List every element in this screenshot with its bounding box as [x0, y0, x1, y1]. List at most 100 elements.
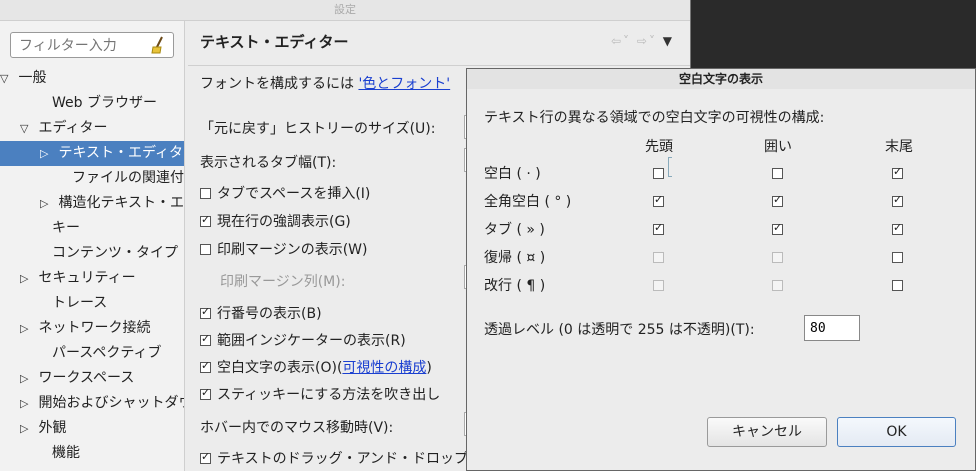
tree-item[interactable]: ▷ ネットワーク接続 [0, 316, 184, 341]
tree-item-label: エディター [38, 120, 108, 136]
collapsed-icon[interactable]: ▷ [40, 141, 54, 166]
tree-item[interactable]: ▷ 開始およびシャットダウン [0, 391, 184, 416]
whitespace-checkbox [772, 252, 783, 263]
drag-drop-checkbox[interactable] [200, 450, 211, 464]
whitespace-option[interactable]: 空白文字の表示(O)(可視性の構成) [200, 357, 432, 377]
whitespace-checkbox[interactable] [892, 165, 903, 179]
filter-box[interactable] [10, 32, 174, 58]
cancel-button[interactable]: キャンセル [707, 417, 827, 447]
whitespace-cell [892, 165, 903, 182]
whitespace-dialog: 空白文字の表示 テキスト行の異なる領域での空白文字の可視性の構成: 先頭 囲い … [466, 68, 976, 471]
whitespace-cell [892, 193, 903, 210]
font-config-row: フォントを構成するには '色とフォント' [200, 76, 451, 92]
whitespace-checkbox[interactable] [200, 359, 211, 373]
whitespace-checkbox[interactable] [653, 193, 664, 207]
show-margin-checkbox[interactable] [200, 244, 211, 255]
column-header-leading: 先頭 [645, 139, 673, 155]
whitespace-checkbox[interactable] [653, 168, 664, 179]
whitespace-cell [892, 250, 903, 266]
preferences-tree: ▽ 一般 Web ブラウザー ▽ エディター ▷ テキスト・エディター ファイルの関連付… [0, 66, 184, 466]
ok-button[interactable]: OK [837, 417, 956, 447]
undo-history-label: 「元に戻す」ヒストリーのサイズ(U): [200, 121, 436, 137]
whitespace-checkbox[interactable] [772, 168, 783, 179]
margin-column-label: 印刷マージン列(M): [220, 274, 346, 290]
dialog-title: 空白文字の表示 [467, 69, 975, 89]
alpha-label: 透過レベル (0 は透明で 255 は不透明)(T): [484, 322, 755, 338]
forward-icon[interactable]: ⇨ [637, 34, 649, 48]
clear-filter-icon[interactable] [151, 36, 165, 54]
whitespace-checkbox[interactable] [892, 193, 903, 207]
whitespace-cell [772, 278, 783, 294]
highlight-line-checkbox[interactable] [200, 213, 211, 227]
insert-spaces-option[interactable]: タブでスペースを挿入(I) [200, 183, 370, 203]
sticky-option[interactable]: スティッキーにする方法を吹き出し [200, 384, 440, 404]
line-numbers-option[interactable]: 行番号の表示(B) [200, 303, 322, 323]
tree-item-label: コンテンツ・タイプ [52, 245, 178, 261]
insert-spaces-checkbox[interactable] [200, 188, 211, 199]
whitespace-checkbox[interactable] [772, 193, 783, 207]
tree-item[interactable]: コンテンツ・タイプ [0, 241, 184, 266]
expanded-icon[interactable]: ▽ [20, 116, 34, 141]
collapsed-icon[interactable]: ▷ [20, 366, 34, 391]
alpha-input[interactable] [804, 315, 860, 341]
drag-drop-option[interactable]: テキストのドラッグ・アンド・ドロップ [200, 448, 468, 468]
tree-item[interactable]: ▽ 一般 [0, 66, 184, 91]
show-margin-option[interactable]: 印刷マージンの表示(W) [200, 239, 368, 259]
focus-caret [668, 157, 672, 177]
tree-item[interactable]: ファイルの関連付け [0, 166, 184, 191]
tree-item[interactable]: キー [0, 216, 184, 241]
whitespace-cell [892, 278, 903, 294]
whitespace-checkbox[interactable] [892, 252, 903, 263]
back-dropdown-icon[interactable]: ˅ [623, 34, 631, 48]
highlight-line-option[interactable]: 現在行の強調表示(G) [200, 211, 351, 231]
tree-item[interactable]: ▷ セキュリティー [0, 266, 184, 291]
whitespace-row-label: 空白 ( · ) [484, 166, 541, 182]
range-indicator-option[interactable]: 範囲インジケーターの表示(R) [200, 330, 406, 350]
whitespace-cell [653, 250, 664, 266]
whitespace-checkbox[interactable] [892, 280, 903, 291]
whitespace-cell [653, 193, 664, 210]
tree-item[interactable]: 機能 [0, 441, 184, 466]
filter-input[interactable] [17, 34, 151, 58]
back-icon[interactable]: ⇦ [611, 34, 623, 48]
visibility-config-link[interactable]: 可視性の構成 [342, 360, 426, 376]
column-header-trailing: 末尾 [885, 139, 913, 155]
collapsed-icon[interactable]: ▷ [20, 316, 34, 341]
forward-dropdown-icon[interactable]: ˅ [649, 34, 657, 48]
collapsed-icon[interactable]: ▷ [20, 391, 34, 416]
whitespace-checkbox [653, 252, 664, 263]
tree-item-label: テキスト・エディター [58, 145, 184, 161]
whitespace-checkbox[interactable] [653, 221, 664, 235]
whitespace-row-label: タブ ( » ) [484, 222, 545, 238]
tree-item[interactable]: Web ブラウザー [0, 91, 184, 116]
tree-item[interactable]: ▷ 外観 [0, 416, 184, 441]
tree-item[interactable]: ▷ ワークスペース [0, 366, 184, 391]
whitespace-checkbox[interactable] [892, 221, 903, 235]
colors-fonts-link[interactable]: '色とフォント' [358, 76, 450, 92]
collapsed-icon[interactable]: ▷ [20, 266, 34, 291]
tree-item[interactable]: ▷ テキスト・エディター [0, 141, 184, 166]
tree-item-label: 開始およびシャットダウン [38, 395, 184, 411]
tree-item-label: 外観 [38, 420, 67, 436]
view-menu-icon[interactable]: ▼ [663, 34, 674, 48]
sticky-checkbox[interactable] [200, 386, 211, 400]
whitespace-cell [772, 166, 783, 182]
whitespace-cell [772, 221, 783, 238]
collapsed-icon[interactable]: ▷ [20, 416, 34, 441]
tree-item[interactable]: トレース [0, 291, 184, 316]
range-indicator-checkbox[interactable] [200, 332, 211, 346]
expanded-icon[interactable]: ▽ [0, 66, 14, 91]
whitespace-checkbox[interactable] [772, 221, 783, 235]
whitespace-cell [892, 221, 903, 238]
tree-item-label: パースペクティブ [52, 345, 162, 361]
tree-item[interactable]: ▷ 構造化テキスト・エディター [0, 191, 184, 216]
collapsed-icon[interactable]: ▷ [40, 191, 54, 216]
tree-item[interactable]: パースペクティブ [0, 341, 184, 366]
tree-item-label: ファイルの関連付け [72, 170, 184, 186]
tree-item-label: ネットワーク接続 [38, 320, 151, 336]
tree-item[interactable]: ▽ エディター [0, 116, 184, 141]
line-numbers-checkbox[interactable] [200, 305, 211, 319]
whitespace-checkbox [653, 280, 664, 291]
tree-item-label: セキュリティー [38, 270, 136, 286]
tab-width-label: 表示されるタブ幅(T): [200, 155, 337, 171]
